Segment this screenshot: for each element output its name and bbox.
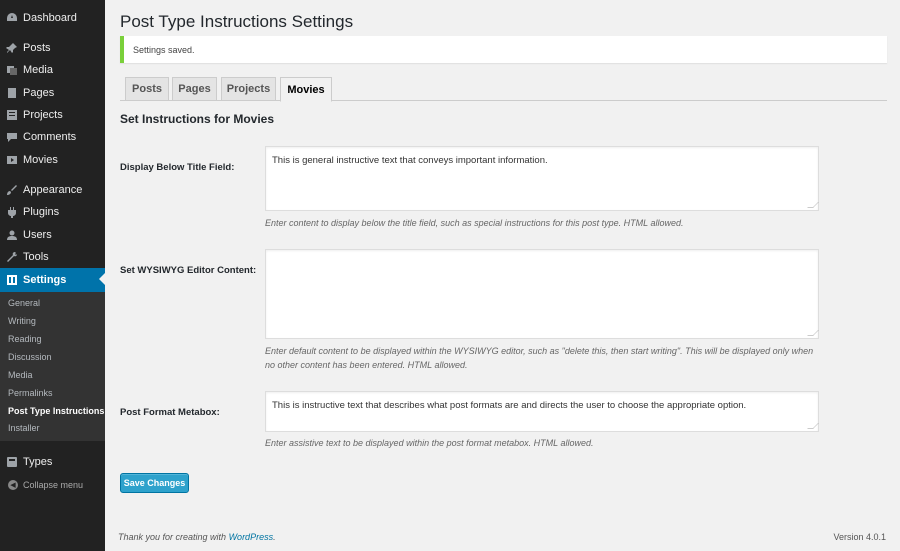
appearance-icon	[6, 184, 18, 196]
menu-label: Movies	[23, 154, 58, 166]
comments-icon	[6, 131, 18, 143]
settings-submenu: General Writing Reading Discussion Media…	[0, 292, 105, 441]
page-title: Post Type Instructions Settings	[120, 12, 354, 31]
menu-label: Users	[23, 229, 52, 241]
tools-icon	[6, 251, 18, 263]
post-type-tabs: Posts Pages Projects Movies	[120, 75, 887, 102]
footer-thanks: Thank you for creating with WordPress.	[118, 532, 276, 542]
menu-movies[interactable]: Movies	[0, 149, 105, 171]
menu-users[interactable]: Users	[0, 224, 105, 246]
menu-tools[interactable]: Tools	[0, 246, 105, 268]
menu-types[interactable]: Types	[0, 451, 105, 473]
submenu-reading[interactable]: Reading	[8, 334, 42, 344]
wordpress-link[interactable]: WordPress	[229, 532, 274, 542]
menu-label: Media	[23, 64, 53, 76]
footer-thanks-prefix: Thank you for creating with	[118, 532, 229, 542]
resize-handle-icon[interactable]	[807, 202, 819, 208]
menu-dashboard[interactable]: Dashboard	[0, 7, 105, 29]
title-field-value: This is general instructive text that co…	[272, 155, 548, 166]
menu-comments[interactable]: Comments	[0, 126, 105, 148]
movies-icon	[6, 154, 18, 166]
tab-posts[interactable]: Posts	[125, 77, 169, 101]
menu-label: Posts	[23, 42, 51, 54]
format-field-description: Enter assistive text to be displayed wit…	[265, 438, 594, 448]
collapse-menu-button[interactable]: ◀ Collapse menu	[0, 478, 105, 492]
format-field-textarea[interactable]: This is instructive text that describes …	[265, 391, 819, 432]
main-content: Post Type Instructions Settings Settings…	[105, 0, 900, 551]
menu-label: Types	[23, 456, 53, 468]
menu-label: Tools	[23, 251, 49, 263]
notice-text: Settings saved.	[133, 44, 195, 55]
menu-label: Pages	[23, 87, 55, 99]
collapse-label: Collapse menu	[23, 480, 84, 490]
users-icon	[6, 229, 18, 241]
menu-projects[interactable]: Projects	[0, 104, 105, 126]
projects-icon	[6, 109, 18, 121]
settings-icon	[6, 274, 18, 286]
editor-field-description: Enter default content to be displayed wi…	[265, 346, 814, 371]
format-field-label: Post Format Metabox:	[120, 407, 220, 418]
footer-thanks-suffix: .	[273, 532, 276, 542]
submenu-permalinks[interactable]: Permalinks	[8, 388, 53, 398]
submenu-writing[interactable]: Writing	[8, 316, 36, 326]
menu-media[interactable]: Media	[0, 59, 105, 81]
media-icon	[6, 64, 18, 76]
menu-label: Projects	[23, 109, 63, 121]
tab-movies[interactable]: Movies	[280, 77, 332, 102]
menu-label: Appearance	[23, 184, 83, 196]
menu-label: Comments	[23, 131, 77, 143]
collapse-arrow-icon: ◀	[8, 480, 18, 490]
menu-settings[interactable]: Settings	[0, 268, 105, 292]
submenu-general[interactable]: General	[8, 298, 40, 308]
editor-field-label: Set WYSIWYG Editor Content:	[120, 265, 257, 276]
pin-icon	[6, 42, 18, 54]
submenu-post-type-instructions[interactable]: Post Type Instructions	[8, 406, 104, 416]
plugins-icon	[6, 206, 18, 218]
footer-version: Version 4.0.1	[833, 532, 886, 542]
menu-appearance[interactable]: Appearance	[0, 179, 105, 201]
submenu-media[interactable]: Media	[8, 370, 33, 380]
menu-label: Settings	[23, 274, 67, 286]
resize-handle-icon[interactable]	[807, 423, 819, 429]
title-field-description: Enter content to display below the title…	[265, 218, 684, 228]
menu-label: Dashboard	[23, 12, 77, 24]
save-changes-button[interactable]: Save Changes	[120, 473, 189, 493]
menu-pages[interactable]: Pages	[0, 82, 105, 104]
tab-projects[interactable]: Projects	[221, 77, 276, 101]
menu-posts[interactable]: Posts	[0, 37, 105, 59]
menu-label: Plugins	[23, 206, 60, 218]
settings-saved-notice: Settings saved.	[120, 36, 887, 63]
tab-pages[interactable]: Pages	[172, 77, 217, 101]
title-field-label: Display Below Title Field:	[120, 162, 235, 173]
format-field-value: This is instructive text that describes …	[272, 400, 747, 411]
submenu-discussion[interactable]: Discussion	[8, 352, 52, 362]
editor-field-textarea[interactable]	[265, 249, 819, 339]
types-icon	[6, 456, 18, 468]
menu-plugins[interactable]: Plugins	[0, 201, 105, 223]
pages-icon	[6, 87, 18, 99]
resize-handle-icon[interactable]	[807, 330, 819, 336]
admin-sidebar: Dashboard Posts Media Pages Projects Com…	[0, 0, 105, 551]
dashboard-icon	[6, 12, 18, 24]
section-title: Set Instructions for Movies	[120, 112, 275, 126]
submenu-installer[interactable]: Installer	[8, 423, 40, 433]
title-field-textarea[interactable]: This is general instructive text that co…	[265, 146, 819, 211]
